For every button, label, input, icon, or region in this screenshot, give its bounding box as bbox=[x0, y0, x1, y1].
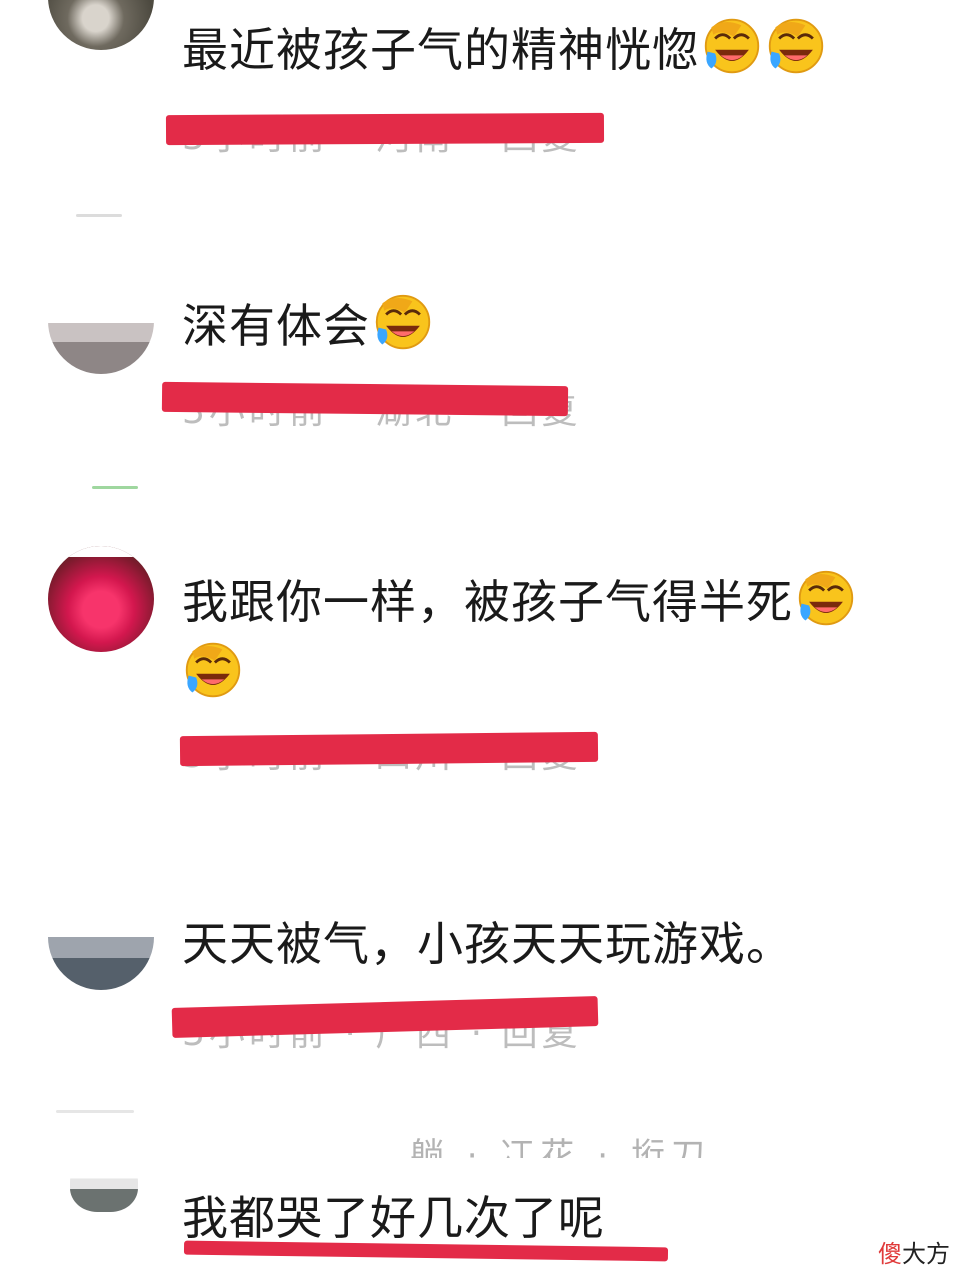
comment-text-continued bbox=[182, 640, 244, 704]
comment-text: 天天被气，小孩天天玩游戏。 bbox=[182, 914, 793, 974]
comment-body: 我都哭了好几次了呢 bbox=[182, 1191, 605, 1245]
avatar[interactable] bbox=[48, 268, 154, 374]
laughing-crying-emoji-icon bbox=[375, 294, 431, 350]
partial-text: …躺 · 冮花 · 垳刀 bbox=[370, 1136, 711, 1158]
redaction-bar bbox=[179, 731, 599, 767]
divider bbox=[76, 214, 122, 217]
comment-text: 我跟你一样，被孩子气得半死 bbox=[182, 568, 857, 632]
comment-body: 最近被孩子气的精神恍惚 bbox=[182, 23, 699, 77]
comment-text: 我都哭了好几次了呢 bbox=[182, 1188, 605, 1248]
avatar[interactable] bbox=[48, 0, 154, 50]
laughing-crying-emoji-icon bbox=[185, 642, 241, 698]
comment-body: 深有体会 bbox=[182, 299, 370, 353]
comment-text: 最近被孩子气的精神恍惚 bbox=[182, 16, 827, 80]
redaction-bar bbox=[161, 381, 569, 417]
watermark: 傻大方 bbox=[878, 1240, 950, 1268]
avatar[interactable] bbox=[48, 884, 154, 990]
divider bbox=[56, 1110, 134, 1113]
laughing-crying-emoji-icon bbox=[768, 18, 824, 74]
comment-body: 我跟你一样，被孩子气得半死 bbox=[182, 575, 793, 629]
laughing-crying-emoji-icon bbox=[704, 18, 760, 74]
comment-text: 深有体会 bbox=[182, 292, 434, 356]
avatar[interactable] bbox=[70, 1152, 138, 1212]
avatar[interactable] bbox=[48, 546, 154, 652]
comment-body: 天天被气，小孩天天玩游戏。 bbox=[182, 917, 793, 971]
redaction-bar bbox=[165, 112, 605, 146]
divider bbox=[92, 486, 138, 489]
laughing-crying-emoji-icon bbox=[798, 570, 854, 626]
